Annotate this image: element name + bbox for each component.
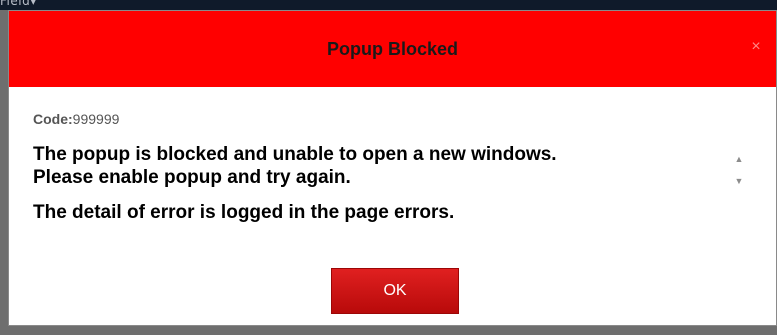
dialog-title: Popup Blocked <box>326 39 458 59</box>
popup-blocked-dialog: Popup Blocked × Code:999999 The popup is… <box>8 10 777 326</box>
error-code: Code:999999 <box>33 111 119 127</box>
background-app-header: Field▾ <box>0 0 777 10</box>
background-menu-label: Field▾ <box>0 0 37 8</box>
chevron-up-icon[interactable]: ▲ <box>731 151 747 167</box>
message-scrollbar[interactable]: ▲ ▼ <box>731 151 747 189</box>
ok-button[interactable]: OK <box>331 268 459 314</box>
dialog-body: Code:999999 The popup is blocked and una… <box>9 87 776 327</box>
dialog-header: Popup Blocked × <box>9 11 776 87</box>
close-icon[interactable]: × <box>746 35 766 59</box>
error-message: The popup is blocked and unable to open … <box>33 143 723 224</box>
chevron-down-icon[interactable]: ▼ <box>731 173 747 189</box>
message-line-1: The popup is blocked and unable to open … <box>33 144 557 188</box>
message-line-3: The detail of error is logged in the pag… <box>33 202 455 223</box>
error-code-label: Code: <box>33 111 73 127</box>
error-code-value: 999999 <box>72 111 120 127</box>
